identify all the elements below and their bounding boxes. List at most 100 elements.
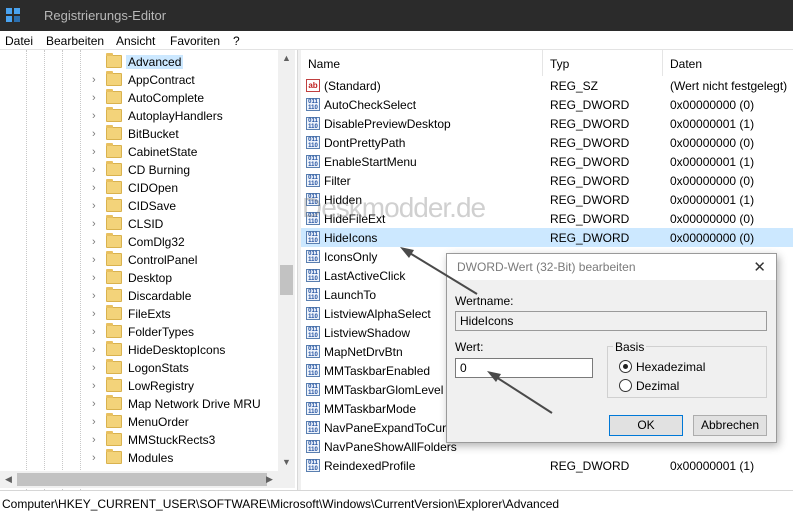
value-data-input[interactable]: 0 — [455, 358, 593, 378]
menu-ansicht[interactable]: Ansicht — [116, 34, 155, 48]
hex-radio[interactable] — [619, 360, 632, 373]
value-row[interactable]: 011 110 DisablePreviewDesktop REG_DWORD 0x0… — [301, 114, 793, 133]
tree-item[interactable]: › MenuOrder — [0, 413, 278, 431]
folder-icon — [106, 413, 122, 428]
folder-icon — [106, 161, 122, 176]
value-row[interactable]: ab (Standard) REG_SZ (Wert nicht festgelegt… — [301, 76, 793, 95]
tree-item[interactable]: › LogonStats — [0, 359, 278, 377]
tree-item[interactable]: › Desktop — [0, 269, 278, 287]
value-name: DisablePreviewDesktop — [324, 117, 451, 131]
decimal-radio[interactable] — [619, 379, 632, 392]
hex-label[interactable]: Hexadezimal — [636, 360, 705, 374]
dword-value-icon: 011 110 — [306, 288, 320, 301]
expand-chevron-icon[interactable]: › — [92, 200, 102, 212]
folder-icon — [106, 341, 122, 356]
expand-chevron-icon[interactable]: › — [92, 362, 102, 374]
expand-chevron-icon[interactable]: › — [92, 326, 102, 338]
expand-chevron-icon[interactable]: › — [92, 434, 102, 446]
scroll-down-icon[interactable]: ▼ — [278, 454, 295, 471]
tree-item[interactable]: › ControlPanel — [0, 251, 278, 269]
scroll-right-icon[interactable]: ▶ — [261, 471, 278, 488]
expand-chevron-icon[interactable]: › — [92, 182, 102, 194]
cancel-button[interactable]: Abbrechen — [693, 415, 767, 436]
folder-icon — [106, 431, 122, 446]
value-row[interactable]: 011 110 DontPrettyPath REG_DWORD 0x00000000… — [301, 133, 793, 152]
value-type: REG_DWORD — [550, 155, 630, 169]
tree-item[interactable]: › AppContract — [0, 71, 278, 89]
tree-item[interactable]: › Modules — [0, 449, 278, 467]
tree-item[interactable]: › AutoplayHandlers — [0, 107, 278, 125]
expand-chevron-icon[interactable]: › — [92, 110, 102, 122]
scroll-up-icon[interactable]: ▲ — [278, 50, 295, 67]
expand-chevron-icon[interactable]: › — [92, 344, 102, 356]
value-row[interactable]: 011 110 EnableStartMenu REG_DWORD 0x0000000… — [301, 152, 793, 171]
expand-chevron-icon[interactable]: › — [92, 74, 102, 86]
menu-datei[interactable]: Datei — [5, 34, 33, 48]
tree-item[interactable]: › CIDOpen — [0, 179, 278, 197]
tree-vertical-scrollbar[interactable]: ▲ ▼ — [278, 50, 295, 471]
expand-chevron-icon[interactable]: › — [92, 416, 102, 428]
folder-icon — [106, 395, 122, 410]
tree-item[interactable]: › CabinetState — [0, 143, 278, 161]
close-icon[interactable]: ✕ — [753, 258, 766, 276]
value-row[interactable]: 011 110 Filter REG_DWORD 0x00000000 (0) — [301, 171, 793, 190]
tree-item[interactable]: › FileExts — [0, 305, 278, 323]
value-name: ReindexedProfile — [324, 459, 416, 473]
expand-chevron-icon[interactable] — [92, 56, 102, 68]
expand-chevron-icon[interactable]: › — [92, 92, 102, 104]
expand-chevron-icon[interactable]: › — [92, 218, 102, 230]
expand-chevron-icon[interactable]: › — [92, 164, 102, 176]
value-row[interactable]: 011 110 AutoCheckSelect REG_DWORD 0x0000000… — [301, 95, 793, 114]
value-row[interactable]: 011 110 ReindexedProfile REG_DWORD 0x000000… — [301, 456, 793, 475]
scroll-thumb[interactable] — [17, 473, 267, 486]
value-name: EnableStartMenu — [324, 155, 417, 169]
tree-item[interactable]: › HideDesktopIcons — [0, 341, 278, 359]
dword-value-icon: 011 110 — [306, 250, 320, 263]
dialog-title-bar[interactable]: DWORD-Wert (32-Bit) bearbeiten ✕ — [447, 254, 776, 280]
tree-horizontal-scrollbar[interactable]: ◀ ▶ — [0, 471, 295, 488]
expand-chevron-icon[interactable]: › — [92, 272, 102, 284]
dword-value-icon: 011 110 — [306, 98, 320, 111]
tree-item[interactable]: › FolderTypes — [0, 323, 278, 341]
menu-bearbeiten[interactable]: Bearbeiten — [46, 34, 104, 48]
expand-chevron-icon[interactable]: › — [92, 380, 102, 392]
expand-chevron-icon[interactable]: › — [92, 290, 102, 302]
decimal-label[interactable]: Dezimal — [636, 379, 679, 393]
tree-item[interactable]: › ComDlg32 — [0, 233, 278, 251]
tree-item[interactable]: › BitBucket — [0, 125, 278, 143]
menu-help[interactable]: ? — [233, 34, 240, 48]
expand-chevron-icon[interactable]: › — [92, 236, 102, 248]
tree-item[interactable]: › AutoComplete — [0, 89, 278, 107]
column-header-name[interactable]: Name — [301, 50, 543, 76]
tree-item[interactable]: › CLSID — [0, 215, 278, 233]
tree-item[interactable]: Advanced — [0, 53, 278, 71]
expand-chevron-icon[interactable]: › — [92, 398, 102, 410]
tree-item[interactable]: › CD Burning — [0, 161, 278, 179]
folder-icon — [106, 143, 122, 158]
tree-item-label: Map Network Drive MRU — [128, 397, 261, 411]
expand-chevron-icon[interactable]: › — [92, 128, 102, 140]
column-header-data[interactable]: Daten — [663, 50, 793, 76]
folder-icon — [106, 107, 122, 122]
tree-item-label: ComDlg32 — [128, 235, 185, 249]
value-row[interactable]: 011 110 HideIcons REG_DWORD 0x00000000 (0) — [301, 228, 793, 247]
tree-item[interactable]: › CIDSave — [0, 197, 278, 215]
folder-icon — [106, 179, 122, 194]
expand-chevron-icon[interactable]: › — [92, 308, 102, 320]
scroll-left-icon[interactable]: ◀ — [0, 471, 17, 488]
tree-item-label: CLSID — [128, 217, 164, 231]
ok-button[interactable]: OK — [609, 415, 683, 436]
menu-favoriten[interactable]: Favoriten — [170, 34, 220, 48]
tree-item[interactable]: › Map Network Drive MRU — [0, 395, 278, 413]
expand-chevron-icon[interactable]: › — [92, 254, 102, 266]
folder-icon — [106, 71, 122, 86]
tree-item[interactable]: › MMStuckRects3 — [0, 431, 278, 449]
key-tree[interactable]: Advanced › AppContract › AutoComplete › Autopl… — [0, 50, 297, 490]
expand-chevron-icon[interactable]: › — [92, 146, 102, 158]
column-header-type[interactable]: Typ — [543, 50, 663, 76]
tree-item-label: BitBucket — [128, 127, 179, 141]
tree-item[interactable]: › Discardable — [0, 287, 278, 305]
scroll-thumb[interactable] — [280, 265, 293, 295]
expand-chevron-icon[interactable]: › — [92, 452, 102, 464]
tree-item[interactable]: › LowRegistry — [0, 377, 278, 395]
